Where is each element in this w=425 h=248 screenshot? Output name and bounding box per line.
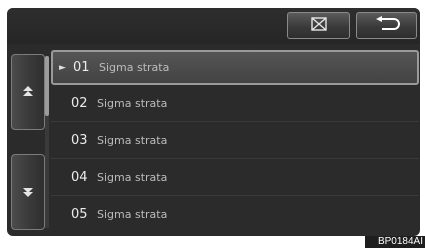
list-scroll-controls: [11, 48, 49, 236]
track-name: Sigma strata: [97, 208, 168, 221]
track-number: 01: [73, 60, 90, 75]
top-bar: [7, 8, 420, 44]
track-name: Sigma strata: [97, 96, 168, 110]
page-up-button[interactable]: [11, 54, 45, 130]
track-number: 04: [71, 169, 88, 185]
track-number: 02: [71, 95, 88, 111]
track-row[interactable]: ► 01 Sigma strata: [51, 50, 419, 85]
close-button[interactable]: [287, 12, 350, 39]
track-row[interactable]: 03 Sigma strata: [51, 122, 419, 159]
page-up-icon: [23, 83, 33, 102]
track-name: Sigma strata: [97, 133, 168, 147]
track-name: Sigma strata: [99, 61, 170, 74]
track-number: 03: [71, 132, 88, 148]
play-marker-icon: ►: [59, 62, 66, 73]
track-row[interactable]: 05 Sigma strata: [51, 196, 419, 233]
media-screen: ► 01 Sigma strata 02 Sigma strata 03 Sig…: [7, 8, 420, 236]
page-down-icon: [23, 183, 33, 202]
track-name: Sigma strata: [97, 170, 168, 184]
scrollbar-thumb[interactable]: [45, 56, 49, 116]
return-arrow-icon: [374, 15, 400, 36]
track-number: 05: [71, 207, 88, 222]
figure-code: BP0184AI: [365, 236, 425, 248]
track-row[interactable]: 04 Sigma strata: [51, 159, 419, 196]
track-row[interactable]: 02 Sigma strata: [51, 85, 419, 122]
close-box-icon: [310, 16, 327, 35]
page-down-button[interactable]: [11, 154, 45, 230]
track-list: ► 01 Sigma strata 02 Sigma strata 03 Sig…: [51, 50, 419, 233]
back-button[interactable]: [356, 12, 417, 39]
scrollbar[interactable]: [45, 56, 49, 228]
